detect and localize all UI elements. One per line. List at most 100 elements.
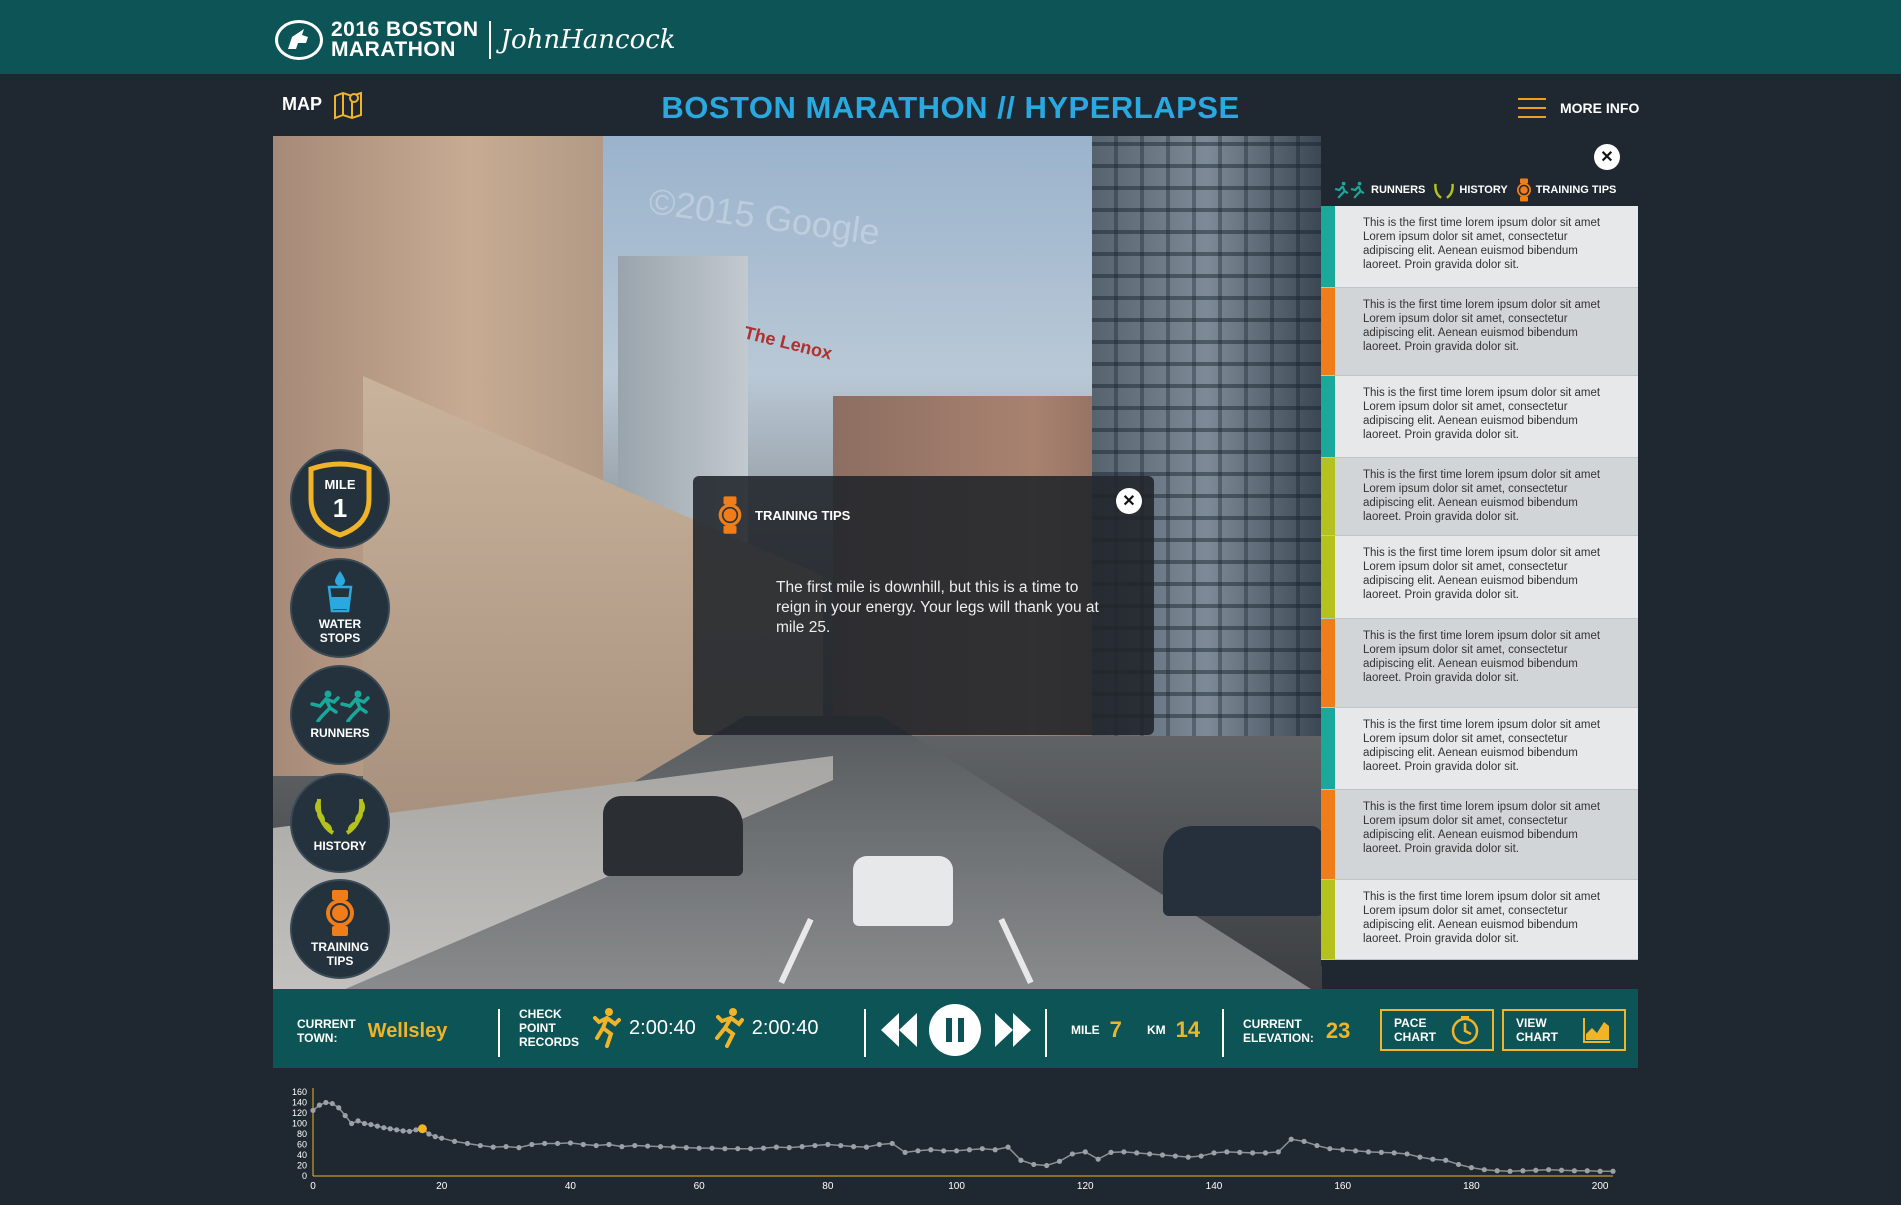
current-town-label: CURRENT TOWN: [297,1017,356,1045]
x-tick-label: 160 [1334,1181,1351,1192]
tab-training-tips[interactable]: TRAINING TIPS [1516,178,1617,202]
logo-line-2: MARATHON [331,38,456,61]
data-point [966,1147,973,1153]
record-time-1: 2:00:40 [629,1016,696,1039]
data-point [580,1141,586,1148]
pace-chart-button[interactable]: PACE CHART [1380,1009,1494,1051]
list-item[interactable]: This is the first time lorem ipsum dolor… [1321,536,1638,619]
data-point [760,1145,767,1151]
data-point [426,1131,432,1137]
elevation-value: 23 [1325,1018,1351,1043]
data-point [542,1140,548,1147]
hamburger-icon [1518,98,1546,118]
dialog-body: The first mile is downhill, but this is … [776,579,1099,636]
x-tick-label: 80 [822,1181,834,1192]
list-item[interactable]: This is the first time lorem ipsum dolor… [1321,206,1638,288]
data-point [1520,1168,1526,1174]
runner-icon [593,1008,622,1048]
list-item-text: This is the first time lorem ipsum dolor… [1363,719,1601,773]
data-point [400,1128,406,1134]
close-icon[interactable]: ✕ [1594,144,1620,170]
water-stops-label: WATER STOPS [318,617,362,645]
list-item[interactable]: This is the first time lorem ipsum dolor… [1321,708,1638,790]
divider [498,1009,500,1057]
data-point [1056,1158,1063,1164]
data-point [1082,1149,1088,1155]
data-point [413,1127,419,1133]
data-point [529,1141,535,1148]
list-item[interactable]: This is the first time lorem ipsum dolor… [1321,880,1638,960]
data-point [1044,1162,1050,1169]
list-item[interactable]: This is the first time lorem ipsum dolor… [1321,619,1638,708]
data-point [632,1142,638,1149]
checkpoint-records: CHECK POINT RECORDS 2:00:40 2:00:40 [519,1007,818,1049]
x-tick-label: 180 [1463,1181,1480,1192]
view-chart-button[interactable]: VIEW CHART [1502,1009,1626,1051]
parked-car-right [1163,826,1322,916]
elevation-chart[interactable]: 0 20 40 60 80 100 120 140 160 180 200 0 20 40 60 80 100 1… [273,1068,1638,1200]
current-town-value: Wellsley [367,1019,448,1042]
data-point [645,1143,651,1149]
x-tick-label: 0 [310,1181,316,1192]
map-watermark: ©2015 Google [646,180,883,253]
data-point [1108,1149,1114,1155]
data-point [876,1141,882,1148]
runners-button[interactable]: RUNNERS [290,665,390,765]
list-item[interactable]: This is the first time lorem ipsum dolor… [1321,376,1638,458]
top-bar: 2016 BOSTON MARATHON JohnHancock [0,0,1901,74]
elevation-label: CURRENT ELEVATION: [1243,1017,1314,1045]
logo-text: 2016 BOSTON MARATHON [331,19,479,61]
training-tips-label: TRAINING TIPS [311,940,369,968]
training-tips-button[interactable]: TRAINING TIPS [290,879,390,979]
runners-label: RUNNERS [310,726,370,740]
tab-history-label: HISTORY [1459,184,1508,196]
dialog-header: TRAINING TIPS [717,494,850,536]
data-point [812,1142,818,1149]
data-point [323,1099,329,1106]
tab-training-tips-label: TRAINING TIPS [1535,184,1617,196]
tab-runners[interactable]: RUNNERS [1333,181,1425,199]
data-point [432,1134,438,1140]
data-point [516,1145,522,1151]
fast-forward-icon [995,1013,1031,1047]
data-point [786,1145,792,1151]
more-info-button[interactable]: MORE INFO [1518,98,1639,118]
data-point [1378,1149,1384,1155]
mile-marker-button[interactable]: MILE 1 [290,449,390,549]
y-tick-label: 120 [292,1108,307,1118]
y-tick-label: 20 [297,1161,307,1171]
category-bar [1321,458,1335,535]
list-item-text: This is the first time lorem ipsum dolor… [1363,630,1601,684]
fast-forward-button[interactable] [995,1013,1031,1052]
data-point [336,1105,342,1111]
data-point [748,1146,754,1152]
data-point [355,1118,361,1124]
history-label: HISTORY [313,839,367,853]
water-stops-button[interactable]: WATER STOPS [290,558,390,658]
data-point [1172,1153,1178,1159]
runner-icon [714,1008,744,1048]
mile-marker-number: 1 [333,493,347,523]
data-point [1546,1167,1552,1173]
y-tick-label: 0 [302,1171,307,1181]
list-item[interactable]: This is the first time lorem ipsum dolor… [1321,458,1638,536]
data-point [1095,1156,1101,1162]
list-item[interactable]: This is the first time lorem ipsum dolor… [1321,288,1638,376]
history-button[interactable]: HISTORY [290,773,390,873]
divider [1045,1009,1047,1057]
data-point [368,1121,374,1128]
data-point [1211,1150,1217,1156]
list-item-text: This is the first time lorem ipsum dolor… [1363,469,1601,523]
close-icon[interactable]: ✕ [1116,488,1142,514]
brand-logo[interactable]: 2016 BOSTON MARATHON JohnHancock [275,19,676,61]
data-point [1237,1149,1243,1155]
y-tick-label: 80 [297,1129,307,1139]
data-point [1365,1149,1372,1155]
rewind-button[interactable] [881,1013,917,1052]
tab-history[interactable]: HISTORY [1433,181,1508,199]
tab-runners-label: RUNNERS [1371,184,1426,196]
record-time-2: 2:00:40 [751,1016,819,1039]
data-point [381,1125,387,1131]
list-item[interactable]: This is the first time lorem ipsum dolor… [1321,790,1638,880]
pause-button[interactable] [929,1004,981,1056]
